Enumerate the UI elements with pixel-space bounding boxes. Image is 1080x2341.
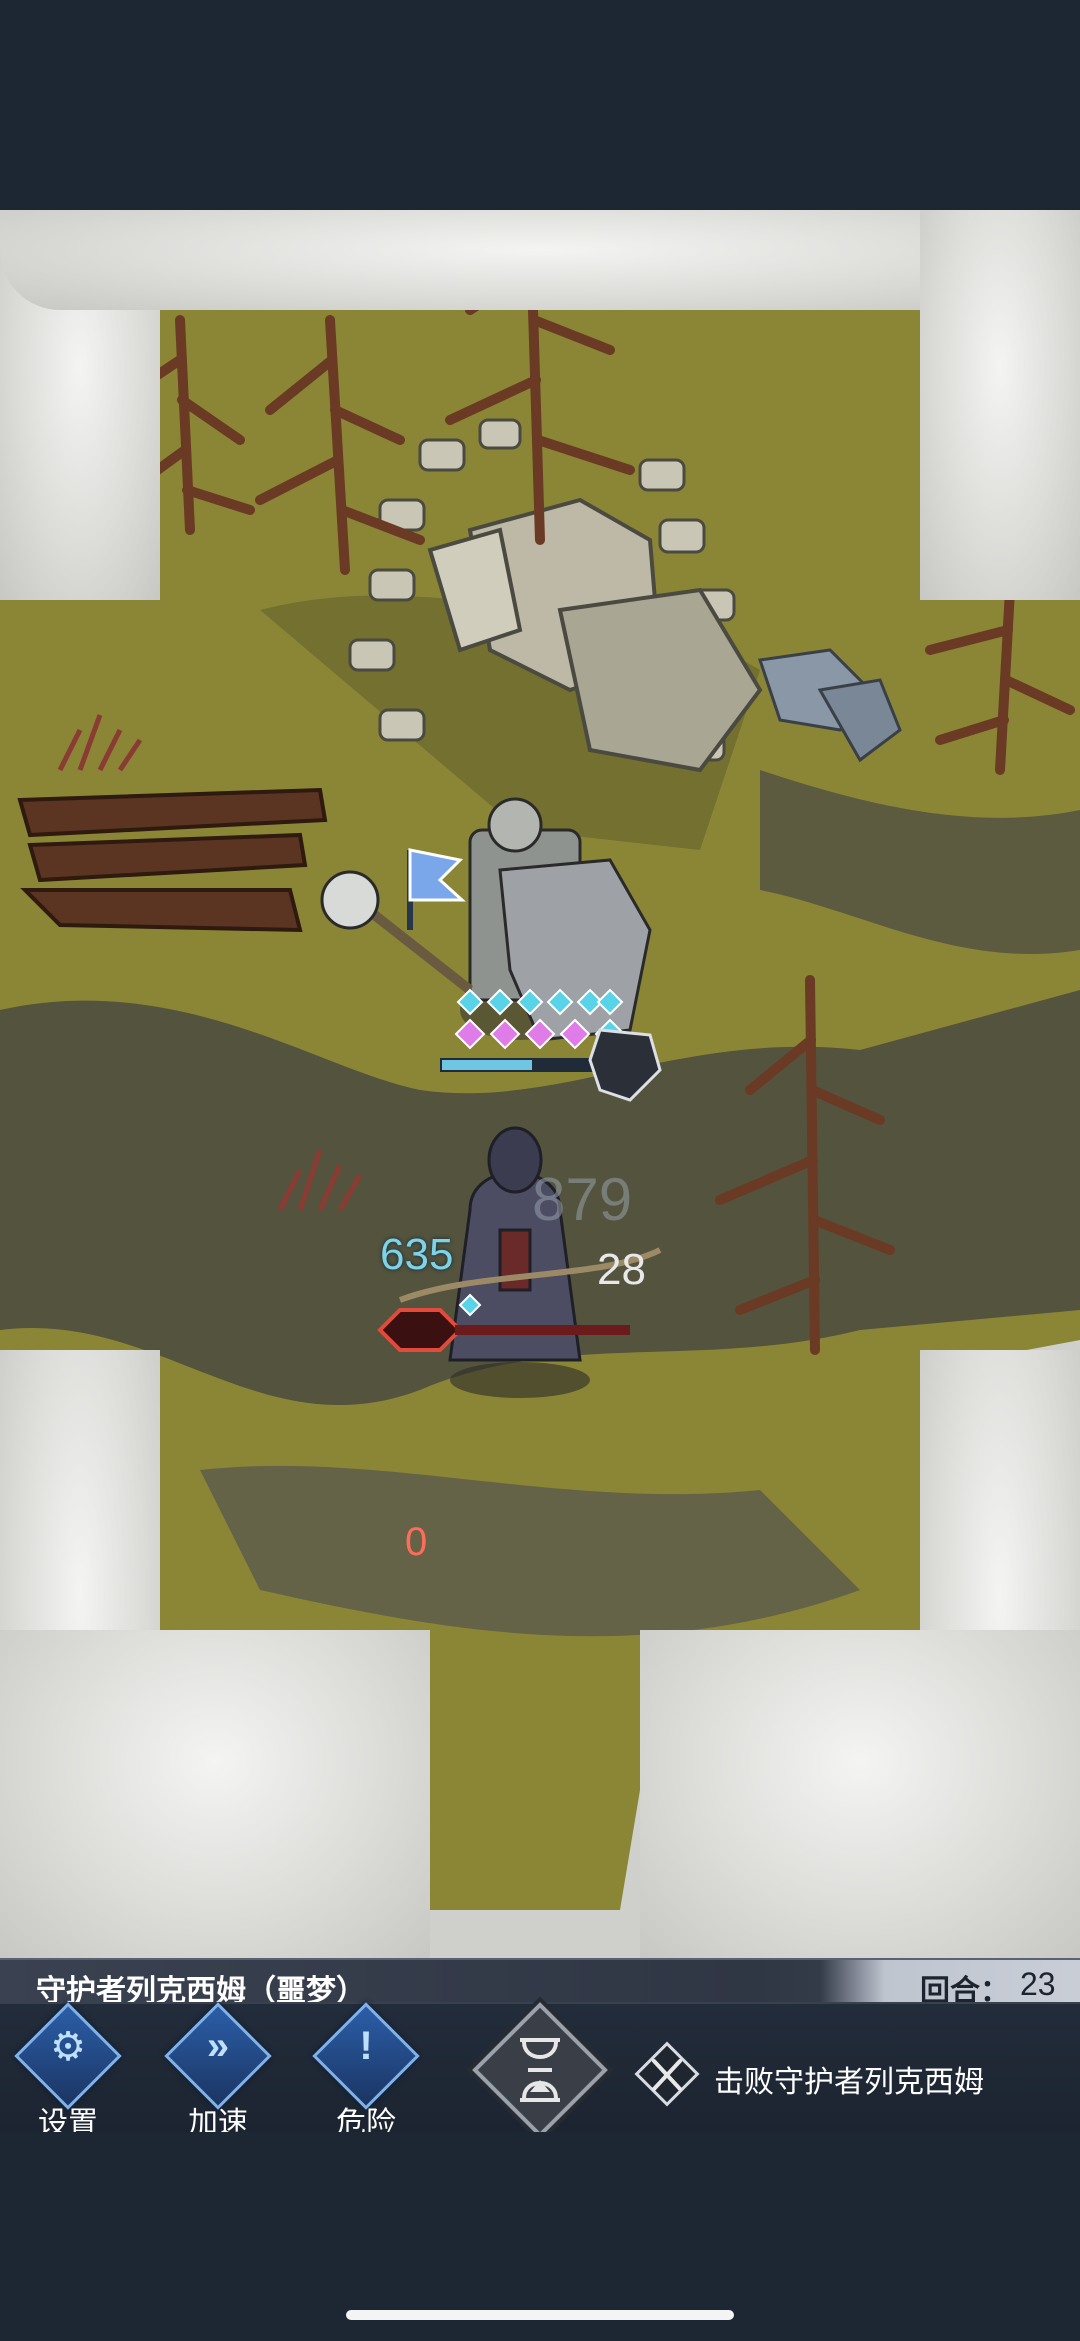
exclamation-icon: ! (359, 2024, 373, 2068)
boss-info-strip: 守护者列克西姆（噩梦） 回合： 23 (0, 1958, 1080, 2008)
fog-cloud (920, 210, 1080, 600)
fog-cloud (0, 1630, 430, 1960)
phantom-damage-number: 879 (532, 1166, 633, 1233)
fast-forward-icon: » (206, 2024, 230, 2068)
hourglass-icon (520, 2038, 560, 2102)
gear-icon: ⚙ (50, 2025, 86, 2069)
objective-text: 击败守护者列克西姆 (714, 2066, 984, 2099)
player-hp-value: 0 (405, 1520, 428, 1564)
round-counter: 回合： 23 (820, 1960, 1080, 2008)
enemy-hp-value: 635 (380, 1230, 454, 1279)
danger-button[interactable]: ! 危险 (306, 2002, 426, 2140)
home-indicator[interactable] (346, 2310, 734, 2320)
fog-cloud (0, 210, 1080, 310)
enemy-shield-value: 28 (597, 1245, 646, 1294)
round-value: 23 (1020, 1966, 1056, 2002)
fog-cloud (640, 1630, 1080, 1960)
settings-button[interactable]: ⚙ 设置 (8, 2002, 128, 2140)
objective: 击败守护者列克西姆 (632, 2041, 1062, 2107)
battle-map[interactable]: 879 635 28 0 (0, 210, 1080, 1960)
crossed-swords-icon (652, 2059, 682, 2091)
speed-up-button[interactable]: » 加速 (158, 2002, 278, 2140)
end-turn-button[interactable] (470, 2000, 610, 2140)
top-letterbox (0, 0, 1080, 210)
